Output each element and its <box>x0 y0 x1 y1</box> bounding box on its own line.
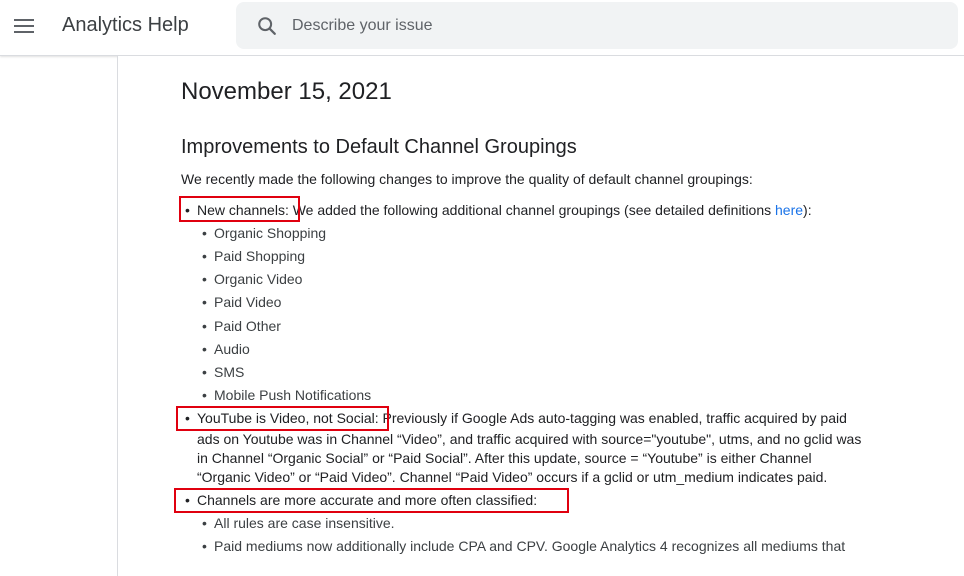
article-date: November 15, 2021 <box>181 78 392 105</box>
search-icon[interactable] <box>256 15 278 37</box>
list-item: • Paid Video <box>202 294 282 310</box>
list-item: • SMS <box>202 364 245 380</box>
paragraph-line: “Organic Video” or “Paid Video”. Channel… <box>197 469 828 485</box>
bullet-text: Previously if Google Ads auto-tagging wa… <box>382 410 847 426</box>
paragraph-line: ads on Youtube was in Channel “Video”, a… <box>197 431 862 447</box>
highlight-box <box>174 488 569 513</box>
search-box[interactable] <box>236 2 958 49</box>
here-link[interactable]: here <box>775 202 803 218</box>
bullet-text-end: ): <box>803 202 812 218</box>
list-item: • Audio <box>202 341 250 357</box>
bullet-text: We added the following additional channe… <box>288 202 776 218</box>
list-item: • Organic Shopping <box>202 225 327 241</box>
top-app-bar: Analytics Help <box>0 0 964 56</box>
app-title[interactable]: Analytics Help <box>62 14 189 37</box>
search-input[interactable] <box>292 2 932 49</box>
list-item: • Organic Video <box>202 271 303 287</box>
highlight-box <box>179 196 300 222</box>
paragraph-line: in Channel “Organic Social” or “Paid Soc… <box>197 450 812 466</box>
intro-text: We recently made the following changes t… <box>181 171 753 187</box>
menu-icon[interactable] <box>14 17 34 33</box>
list-item: • Paid mediums now additionally include C… <box>202 538 846 554</box>
section-title: Improvements to Default Channel Grouping… <box>181 136 577 158</box>
list-item: • Paid Shopping <box>202 248 306 264</box>
list-item: • Paid Other <box>202 318 281 334</box>
list-item: • All rules are case insensitive. <box>202 515 395 531</box>
highlight-box <box>176 406 389 431</box>
list-item: • Mobile Push Notifications <box>202 387 372 403</box>
